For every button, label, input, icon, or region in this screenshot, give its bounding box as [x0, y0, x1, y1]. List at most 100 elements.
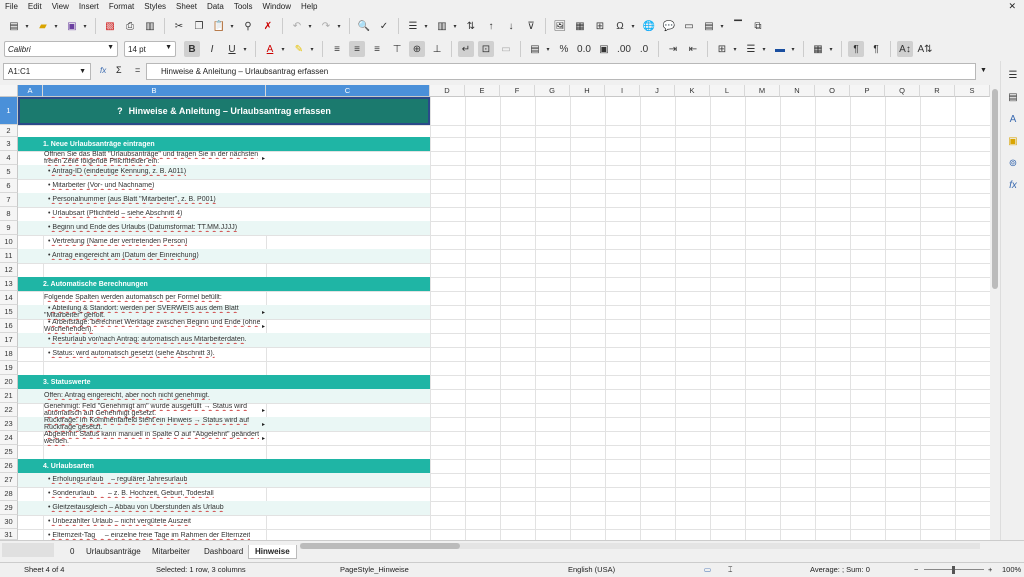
print-icon[interactable]: ⎙: [122, 18, 138, 34]
column-header-p[interactable]: P: [850, 85, 885, 97]
font-name-box[interactable]: Calibri ▼: [4, 41, 118, 57]
row-header[interactable]: 13: [0, 277, 18, 291]
decrease-indent-icon[interactable]: ⇤: [685, 41, 701, 57]
clone-formatting-icon[interactable]: ⚲: [240, 18, 256, 34]
tab-urlaubsantraege[interactable]: Urlaubsanträge: [80, 545, 147, 558]
row-header[interactable]: 30: [0, 515, 18, 529]
column-header-l[interactable]: L: [710, 85, 745, 97]
scrollbar-thumb[interactable]: [992, 89, 998, 289]
row-header[interactable]: 18: [0, 347, 18, 361]
freeze-rows-icon[interactable]: ▔: [730, 18, 746, 34]
styles-icon[interactable]: A: [1005, 111, 1021, 127]
open-folder-icon[interactable]: ▰: [35, 18, 51, 34]
chevron-down-icon[interactable]: ▾: [241, 41, 249, 57]
pivot-table-icon[interactable]: ⊞: [592, 18, 608, 34]
row-header[interactable]: 5: [0, 165, 18, 179]
row-header[interactable]: 28: [0, 487, 18, 501]
row-header[interactable]: 22: [0, 403, 18, 417]
gallery-icon[interactable]: ▣: [1005, 133, 1021, 149]
row-header[interactable]: 4: [0, 151, 18, 165]
border-color-icon[interactable]: ▬: [772, 41, 788, 57]
split-window-icon[interactable]: ⧉: [750, 18, 766, 34]
export-pdf-icon[interactable]: ▧: [102, 18, 118, 34]
sum-info[interactable]: Average: ; Sum: 0: [810, 563, 870, 577]
row-header[interactable]: 24: [0, 431, 18, 445]
align-right-icon[interactable]: ≡: [369, 41, 385, 57]
underline-icon[interactable]: U: [224, 41, 240, 57]
chevron-down-icon[interactable]: ▾: [629, 18, 637, 34]
chevron-down-icon[interactable]: ▼: [79, 64, 86, 79]
special-character-icon[interactable]: Ω: [612, 18, 628, 34]
row-header[interactable]: 3: [0, 137, 18, 151]
row-header[interactable]: 25: [0, 445, 18, 459]
row-header[interactable]: 1: [0, 97, 18, 125]
language[interactable]: English (USA): [568, 563, 615, 577]
column-header-k[interactable]: K: [675, 85, 710, 97]
row-header[interactable]: 9: [0, 221, 18, 235]
chevron-down-icon[interactable]: ▾: [731, 41, 739, 57]
digital-signature-icon[interactable]: ⌶: [728, 563, 733, 577]
row-header[interactable]: 14: [0, 291, 18, 305]
menu-styles[interactable]: Styles: [139, 0, 171, 13]
define-print-area-icon[interactable]: ▤: [701, 18, 717, 34]
paste-icon[interactable]: 📋: [211, 18, 227, 34]
menu-view[interactable]: View: [47, 0, 74, 13]
expand-formula-icon[interactable]: ▼: [980, 67, 987, 74]
row-header[interactable]: 17: [0, 333, 18, 347]
row-header[interactable]: 26: [0, 459, 18, 473]
insert-chart-icon[interactable]: ▦: [572, 18, 588, 34]
row-header[interactable]: 23: [0, 417, 18, 431]
menu-format[interactable]: Format: [104, 0, 139, 13]
row-header[interactable]: 2: [0, 125, 18, 137]
zoom-in-icon[interactable]: +: [988, 563, 992, 577]
row-header[interactable]: 8: [0, 207, 18, 221]
row-icon[interactable]: ☰: [405, 18, 421, 34]
currency-format-icon[interactable]: ▤: [527, 41, 543, 57]
chevron-down-icon[interactable]: ▾: [306, 18, 314, 34]
font-color-icon[interactable]: A: [262, 41, 278, 57]
insert-image-icon[interactable]: 🖼: [552, 18, 568, 34]
border-style-icon[interactable]: ☰: [743, 41, 759, 57]
borders-icon[interactable]: ⊞: [714, 41, 730, 57]
chevron-down-icon[interactable]: ▾: [308, 41, 316, 57]
column-header-f[interactable]: F: [500, 85, 535, 97]
redo-icon[interactable]: ↷: [318, 18, 334, 34]
chevron-down-icon[interactable]: ▾: [718, 18, 726, 34]
new-document-icon[interactable]: ▤: [6, 18, 22, 34]
spreadsheet-grid[interactable]: A B C D E F G H I J K L M N O P Q R S 1 …: [0, 85, 990, 540]
equals-icon[interactable]: =: [135, 65, 140, 75]
cut-icon[interactable]: ✂: [171, 18, 187, 34]
sort-ascending-icon[interactable]: ↑: [483, 18, 499, 34]
tab-mitarbeiter[interactable]: Mitarbeiter: [146, 545, 196, 558]
row-header[interactable]: 19: [0, 361, 18, 375]
sum-icon[interactable]: Σ: [116, 65, 122, 75]
chevron-down-icon[interactable]: ▾: [228, 18, 236, 34]
tab-navigation-buttons[interactable]: [2, 543, 54, 557]
find-replace-icon[interactable]: 🔍: [356, 18, 372, 34]
menu-help[interactable]: Help: [296, 0, 322, 13]
column-header-r[interactable]: R: [920, 85, 955, 97]
bold-icon[interactable]: B: [184, 41, 200, 57]
chevron-down-icon[interactable]: ▾: [451, 18, 459, 34]
column-header-a[interactable]: A: [18, 85, 43, 97]
unmerge-icon[interactable]: ▭: [498, 41, 514, 57]
row-header[interactable]: 7: [0, 193, 18, 207]
increase-indent-icon[interactable]: ⇥: [665, 41, 681, 57]
autofilter-icon[interactable]: ⊽: [523, 18, 539, 34]
column-header-s[interactable]: S: [955, 85, 990, 97]
column-header-m[interactable]: M: [745, 85, 780, 97]
column-header-j[interactable]: J: [640, 85, 675, 97]
row-header[interactable]: 15: [0, 305, 18, 319]
left-to-right-icon[interactable]: ¶: [848, 41, 864, 57]
column-header-i[interactable]: I: [605, 85, 640, 97]
add-sheet-button[interactable]: 0: [64, 545, 80, 558]
menu-data[interactable]: Data: [202, 0, 229, 13]
date-format-icon[interactable]: ▣: [596, 41, 612, 57]
menu-tools[interactable]: Tools: [229, 0, 258, 13]
tab-dashboard[interactable]: Dashboard: [198, 545, 249, 558]
text-orientation-icon[interactable]: A↕: [897, 41, 913, 57]
delete-decimal-icon[interactable]: .0: [636, 41, 652, 57]
name-box[interactable]: A1:C1 ▼: [3, 63, 91, 80]
hyperlink-icon[interactable]: 🌐: [641, 18, 657, 34]
row-header[interactable]: 20: [0, 375, 18, 389]
